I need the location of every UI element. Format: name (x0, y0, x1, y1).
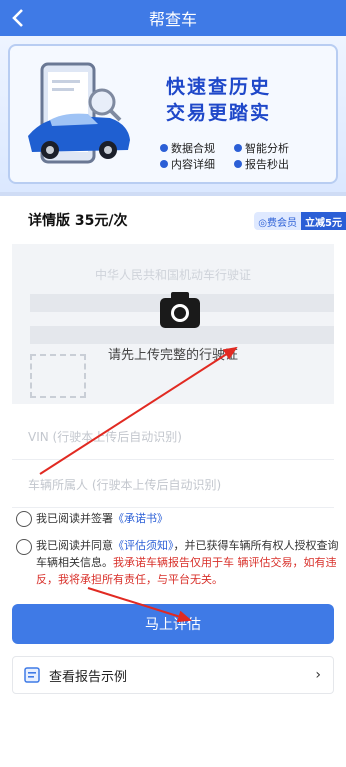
back-arrow-icon[interactable] (6, 4, 32, 32)
agree-commitment-radio[interactable] (16, 511, 32, 527)
feature-label: 内容详细 (171, 158, 215, 171)
license-upload-area[interactable]: 中华人民共和国机动车行驶证 请先上传完整的行驶证 (12, 244, 334, 404)
feature-item: 数据合规 (160, 140, 215, 156)
slogan-line-1: 快速查历史 (166, 76, 272, 98)
chevron-right-icon: › (315, 667, 321, 683)
phone-car-illustration (28, 62, 130, 164)
price-label: 详情版 35元/次 (28, 213, 128, 229)
price-row: 详情版 35元/次 ◎费会员 立减5元 (0, 196, 346, 244)
camera-icon[interactable] (158, 290, 202, 330)
agreement-text: 我已阅读并同意 (36, 539, 113, 552)
slogan-line-2: 交易更踏实 (166, 102, 272, 124)
vip-badge-left: ◎费会员 (254, 212, 302, 230)
agreement-commitment: 我已阅读并签署《承诺书》 (36, 510, 336, 527)
feature-label: 智能分析 (245, 142, 289, 155)
owner-input[interactable]: 车辆所属人 (行驶本上传后自动识别) (12, 462, 334, 508)
promo-banner: 快速查历史 交易更踏实 数据合规 智能分析 内容详细 报告秒出 (0, 36, 346, 196)
bullet-icon (160, 144, 168, 152)
feature-item: 智能分析 (234, 140, 289, 156)
feature-item: 报告秒出 (234, 156, 289, 172)
bullet-icon (160, 160, 168, 168)
agree-notice-radio[interactable] (16, 539, 32, 555)
feature-label: 数据合规 (171, 142, 215, 155)
vip-badge-right: 立减5元 (301, 212, 346, 230)
notice-link[interactable]: 《评估须知》 (113, 539, 174, 552)
vin-input[interactable]: VIN (行驶本上传后自动识别) (12, 414, 334, 460)
page-title: 帮查车 (148, 10, 197, 29)
top-bar: 帮查车 (0, 0, 346, 36)
feature-item: 内容详细 (160, 156, 215, 172)
bullet-icon (234, 160, 242, 168)
agreement-text: 我已阅读并签署 (36, 512, 113, 525)
view-sample-report[interactable]: 查看报告示例 › (12, 656, 334, 694)
bullet-icon (234, 144, 242, 152)
vip-badge[interactable]: ◎费会员 立减5元 (254, 212, 346, 230)
sample-label: 查看报告示例 (49, 669, 128, 685)
commitment-link[interactable]: 《承诺书》 (113, 512, 168, 525)
feature-label: 报告秒出 (245, 158, 289, 171)
license-ghost-title: 中华人民共和国机动车行驶证 (94, 268, 251, 282)
submit-button[interactable]: 马上评估 (12, 604, 334, 644)
report-icon (24, 667, 40, 683)
banner-slogan: 快速查历史 交易更踏实 (166, 74, 271, 126)
agreement-notice: 我已阅读并同意《评估须知》，并已获得车辆所有权人授权查询车辆相关信息。我承诺车辆… (36, 537, 340, 588)
upload-tip: 请先上传完整的行驶证 (107, 348, 238, 363)
